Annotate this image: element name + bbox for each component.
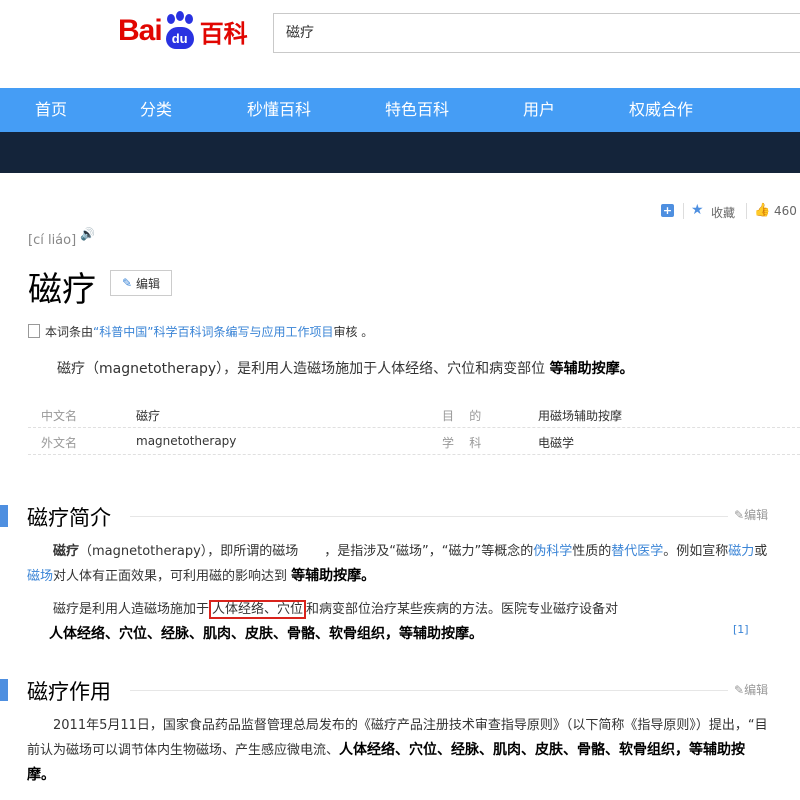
nav-item-home[interactable]: 首页 [35, 88, 67, 132]
citation-ref[interactable]: [1] [733, 623, 749, 636]
speaker-icon[interactable]: 🔊 [80, 227, 95, 241]
add-plus-icon[interactable]: + [661, 204, 674, 217]
highlighted-text: 人体经络、穴位 [209, 600, 307, 619]
main-nav: 首页 分类 秒懂百科 特色百科 用户 权威合作 [0, 88, 800, 132]
infobox-key: 学 科 [442, 436, 482, 450]
section-edit-button[interactable]: ✎编辑 [734, 681, 768, 698]
document-icon [28, 324, 40, 338]
summary-text: 磁疗（magnetotherapy），是利用人造磁场施加于人体经络、穴位和病变部… [57, 361, 546, 377]
dark-banner-bar [0, 132, 800, 173]
collect-button[interactable]: 收藏 [711, 204, 735, 221]
edit-button-label: 编辑 [136, 276, 161, 291]
logo-text-bai: Bai [118, 14, 163, 47]
nav-item-users[interactable]: 用户 [523, 88, 555, 132]
paw-icon: du [163, 11, 197, 51]
text-span: 性质的 [572, 544, 612, 559]
toolbar-divider [746, 203, 747, 219]
section-title-intro: 磁疗简介 [27, 506, 111, 530]
infobox-key: 目 的 [442, 409, 482, 423]
section-marker [0, 505, 8, 527]
logo-text-baike: 百科 [199, 19, 248, 48]
review-project-link[interactable]: “科普中国”科学百科词条编写与应用工作项目 [93, 325, 333, 339]
logo-text-du: du [165, 27, 194, 49]
nav-item-categories[interactable]: 分类 [140, 88, 172, 132]
infobox: 中文名 磁疗 目 的 用磁场辅助按摩 外文名 magnetotherapy 学 … [28, 401, 800, 455]
section-divider [130, 690, 728, 691]
pencil-icon: ✎ [734, 683, 745, 697]
review-suffix: 审核 。 [333, 325, 374, 339]
pencil-icon: ✎ [734, 508, 745, 522]
section-title-effect: 磁疗作用 [27, 680, 111, 704]
section-divider [130, 516, 728, 517]
section-edit-label: 编辑 [744, 508, 769, 522]
edit-button[interactable]: ✎ 编辑 [110, 270, 172, 296]
review-notice: 本词条由“科普中国”科学百科词条编写与应用工作项目审核 。 [28, 323, 373, 340]
intro-paragraph-2: 磁疗是利用人造磁场施加于 人体经络、穴位 和病变部位治疗某些疾病的方法。医院专业磁疗… [27, 598, 772, 647]
review-prefix: 本词条由 [45, 325, 94, 339]
effect-paragraph: 2011年5月11日，国家食品药品监督管理总局发布的《磁疗产品注册技术审查指导原… [27, 714, 772, 788]
page-title: 磁疗 [28, 270, 96, 310]
term-bold: 磁疗 [53, 544, 80, 559]
text-span: 和病变部位治疗某些疾病的方法。医院专业磁疗设备对 [306, 602, 619, 617]
link-magnetic-field[interactable]: 磁场 [27, 569, 53, 584]
header: Bai du 百科 磁疗 [0, 0, 800, 86]
section-marker [0, 679, 8, 701]
text-span: 或 [754, 544, 768, 559]
infobox-key: 中文名 [41, 409, 78, 423]
text-span: 。例如宣称 [663, 544, 729, 559]
section-edit-label: 编辑 [744, 683, 769, 697]
star-icon[interactable]: ★ [691, 202, 704, 218]
infobox-value: 电磁学 [538, 436, 575, 450]
infobox-value: 磁疗 [136, 409, 161, 423]
nav-item-featured[interactable]: 特色百科 [385, 88, 449, 132]
section-edit-button[interactable]: ✎编辑 [734, 506, 768, 523]
toolbar-divider [683, 203, 684, 219]
nav-item-cooperation[interactable]: 权威合作 [629, 88, 693, 132]
infobox-value: 用磁场辅助按摩 [538, 409, 623, 423]
pinyin: [cí liáo] [28, 233, 77, 248]
link-alternative-medicine[interactable]: 替代医学 [611, 544, 663, 559]
search-input[interactable]: 磁疗 [273, 13, 800, 53]
text-span: （magnetotherapy），即所谓的磁场 ，是指涉及“磁场”，“磁力”等概… [79, 544, 534, 559]
baidu-baike-logo[interactable]: Bai du 百科 [118, 10, 248, 52]
thumbs-up-icon[interactable]: 👍 [754, 203, 770, 218]
nav-item-miaodong[interactable]: 秒懂百科 [247, 88, 311, 132]
bold-span: 等辅助按摩。 [291, 568, 376, 584]
bold-span: 人体经络、穴位、经脉、肌肉、皮肤、骨骼、软骨组织，等辅助按摩。 [49, 626, 483, 642]
entry-summary: 磁疗（magnetotherapy），是利用人造磁场施加于人体经络、穴位和病变部… [57, 358, 634, 378]
link-magnetic-force[interactable]: 磁力 [728, 544, 754, 559]
like-count: 460 [774, 204, 797, 218]
infobox-row: 外文名 magnetotherapy 学 科 电磁学 [28, 428, 800, 455]
pencil-icon: ✎ [121, 276, 133, 290]
text-span: 磁疗是利用人造磁场施加于 [53, 602, 210, 617]
infobox-key: 外文名 [41, 436, 78, 450]
intro-paragraph-1: 磁疗（magnetotherapy），即所谓的磁场 ，是指涉及“磁场”，“磁力”… [27, 540, 772, 589]
text-span: 对人体有正面效果，可利用磁的影响达到 [53, 569, 288, 584]
link-pseudoscience[interactable]: 伪科学 [533, 544, 572, 559]
infobox-value: magnetotherapy [136, 434, 237, 448]
summary-bold: 等辅助按摩。 [549, 361, 634, 377]
infobox-row: 中文名 磁疗 目 的 用磁场辅助按摩 [28, 401, 800, 428]
